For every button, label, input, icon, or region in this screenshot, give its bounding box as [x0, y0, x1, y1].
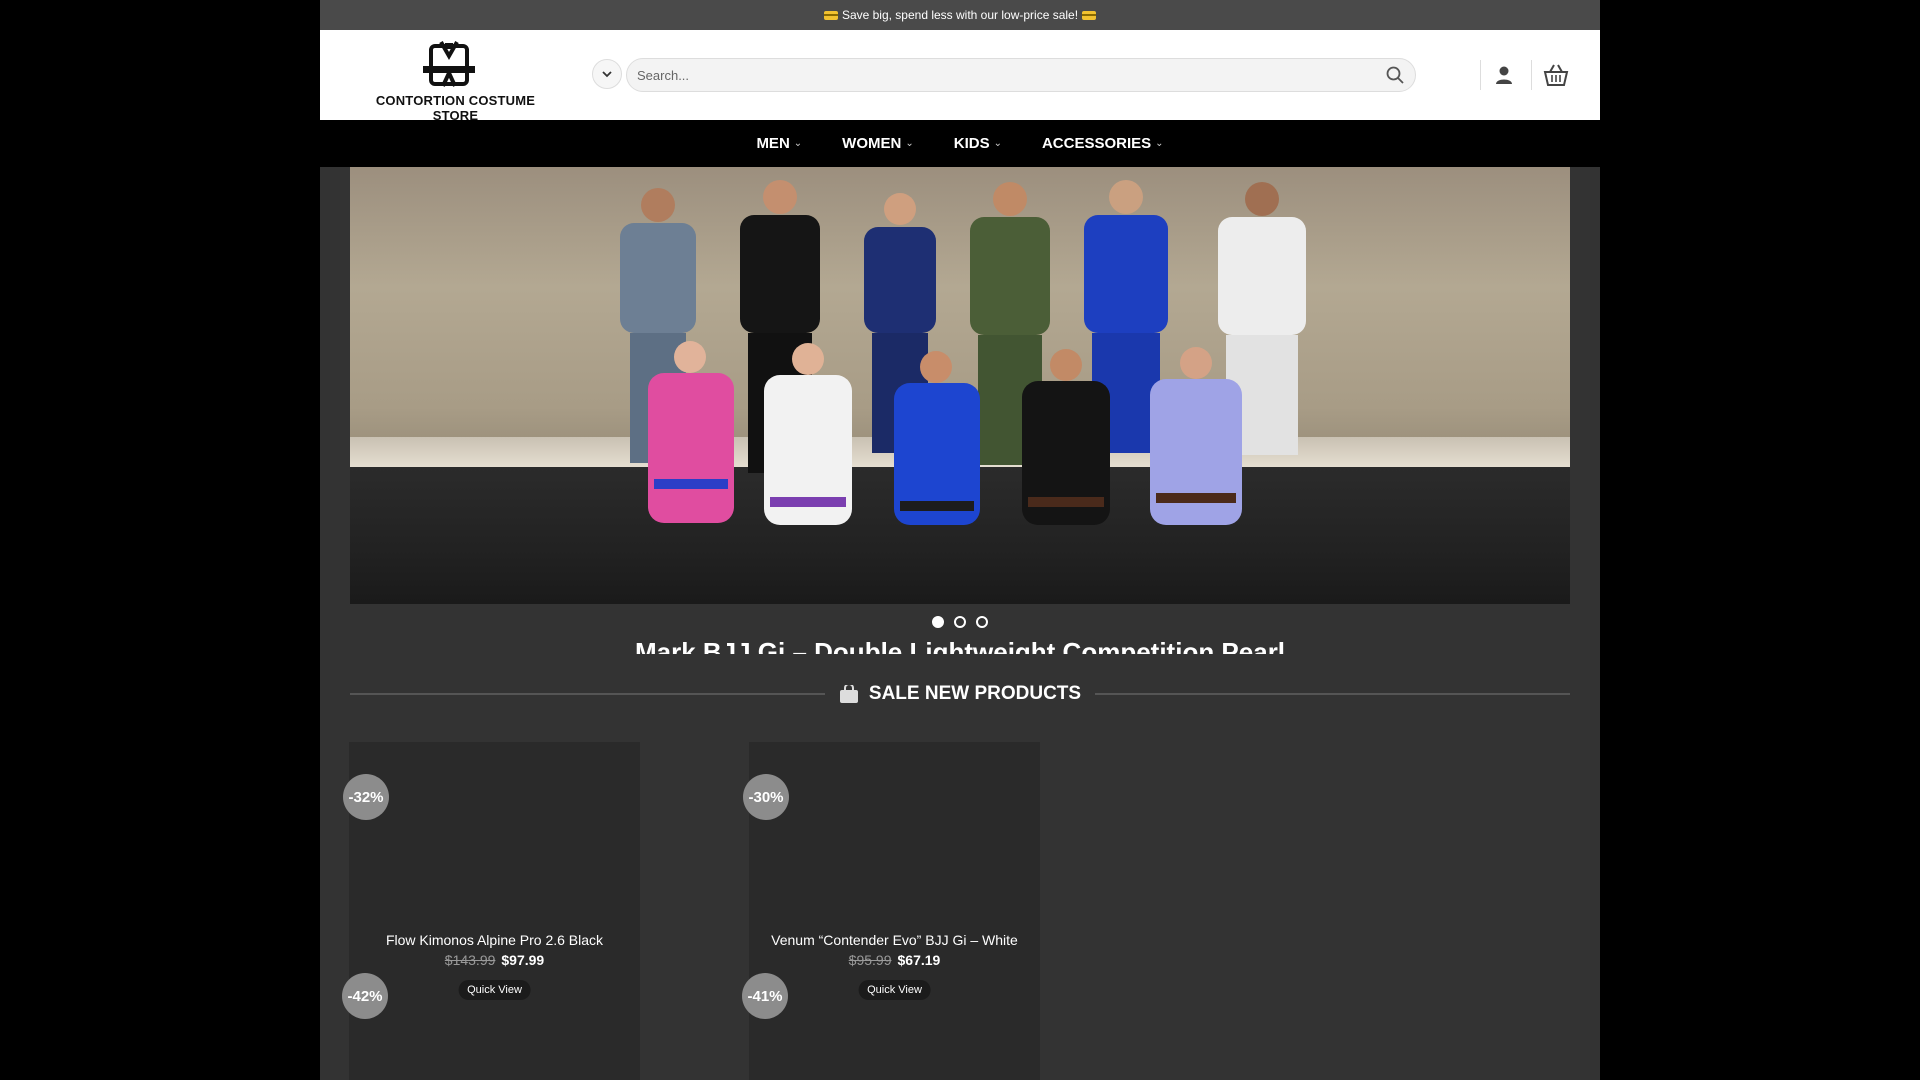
nav-item-men[interactable]: MEN ⌄ — [736, 135, 822, 152]
account-icon[interactable] — [1493, 64, 1515, 86]
quick-view-button[interactable]: Quick View — [458, 980, 531, 1000]
credit-card-icon — [823, 10, 838, 20]
category-dropdown-button[interactable] — [592, 59, 622, 89]
sale-price: $67.19 — [897, 952, 941, 968]
product-card[interactable] — [349, 1022, 640, 1080]
product-card[interactable]: -32% Flow Kimonos Alpine Pro 2.6 Black $… — [343, 742, 640, 1022]
old-price: $95.99 — [848, 952, 892, 968]
site-header: CONTORTION COSTUME STORE — [320, 30, 1600, 123]
slider-dots — [320, 616, 1600, 628]
divider — [1531, 60, 1532, 90]
section-title: SALE NEW PRODUCTS — [868, 683, 1082, 704]
product-card[interactable]: -30% Venum “Contender Evo” BJJ Gi – Whit… — [743, 742, 1040, 1022]
chevron-down-icon: ⌄ — [1155, 138, 1164, 149]
nav-item-kids[interactable]: KIDS ⌄ — [934, 135, 1022, 152]
slide-caption: Mark BJJ Gi – Double Lightweight Competi… — [634, 637, 1286, 654]
store-name: CONTORTION COSTUME STORE — [375, 93, 536, 123]
chevron-down-icon: ⌄ — [993, 138, 1002, 149]
search-icon[interactable] — [1385, 65, 1405, 85]
nav-item-accessories[interactable]: ACCESSORIES ⌄ — [1022, 135, 1184, 152]
sale-price: $97.99 — [501, 952, 545, 968]
discount-badge: -41% — [742, 973, 788, 1019]
page: Save big, spend less with our low-price … — [320, 0, 1600, 1080]
chevron-down-icon — [602, 71, 612, 78]
section-header: SALE NEW PRODUCTS — [350, 678, 1570, 710]
quick-view-button[interactable]: Quick View — [858, 980, 931, 1000]
group-photo — [620, 180, 1306, 525]
slider-dot-1[interactable] — [932, 616, 944, 628]
announcement-text: Save big, spend less with our low-price … — [841, 8, 1079, 22]
discount-badge: -30% — [743, 774, 789, 820]
product-title[interactable]: Venum “Contender Evo” BJJ Gi – White — [749, 932, 1040, 948]
credit-card-icon — [1082, 10, 1097, 20]
divider — [1095, 693, 1570, 695]
chevron-down-icon: ⌄ — [793, 138, 803, 149]
shopping-bag-icon — [839, 685, 858, 703]
discount-badge: -42% — [342, 973, 388, 1019]
product-card[interactable] — [749, 1022, 1040, 1080]
search-bar — [626, 58, 1416, 92]
nav-item-women[interactable]: WOMEN ⌄ — [822, 135, 934, 152]
product-title[interactable]: Flow Kimonos Alpine Pro 2.6 Black — [349, 932, 640, 948]
divider — [350, 693, 825, 695]
main-navigation: MEN ⌄ WOMEN ⌄ KIDS ⌄ ACCESSORIES ⌄ — [320, 120, 1600, 167]
store-logo[interactable]: CONTORTION COSTUME STORE — [353, 40, 558, 123]
product-price: $95.99 $67.19 — [749, 952, 1040, 968]
divider — [1480, 60, 1481, 90]
basket-icon[interactable] — [1543, 63, 1569, 87]
hero-banner-image[interactable] — [350, 167, 1570, 604]
product-price: $143.99 $97.99 — [349, 952, 640, 968]
search-input[interactable] — [637, 67, 1385, 83]
kimono-logo-icon — [423, 41, 475, 87]
slider-dot-2[interactable] — [954, 616, 966, 628]
announcement-bar: Save big, spend less with our low-price … — [320, 0, 1600, 30]
old-price: $143.99 — [444, 952, 496, 968]
slider-dot-3[interactable] — [976, 616, 988, 628]
chevron-down-icon: ⌄ — [905, 138, 914, 149]
discount-badge: -32% — [343, 774, 389, 820]
